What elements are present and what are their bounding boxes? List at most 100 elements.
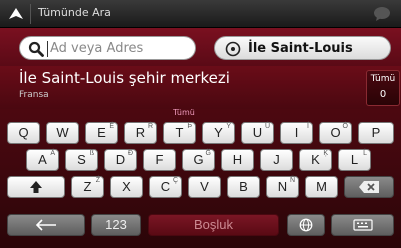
key-j[interactable]: J <box>260 149 293 171</box>
key-label: U <box>252 125 263 140</box>
globe-icon <box>225 41 241 57</box>
location-label: İle Saint-Louis <box>248 41 353 56</box>
key-w[interactable]: W <box>46 122 79 144</box>
key-o[interactable]: OÓ <box>319 122 352 144</box>
key-label: G <box>193 152 204 167</box>
search-row: Ad veya Adres İle Saint-Louis <box>0 28 401 66</box>
key-b[interactable]: B <box>227 176 260 198</box>
search-input[interactable]: Ad veya Adres <box>19 36 196 60</box>
shift-arrow-icon <box>30 181 42 193</box>
key-alt-label: Þ <box>187 123 192 130</box>
key-alt-label: É <box>109 123 114 130</box>
speech-bubble-icon[interactable] <box>373 6 391 22</box>
keyboard-icon <box>352 219 373 231</box>
key-label: B <box>239 179 248 194</box>
key-p[interactable]: P <box>358 122 394 144</box>
key-label: N <box>277 179 288 194</box>
key-alt-label: Ú <box>264 123 270 130</box>
key-label: R <box>135 125 146 140</box>
key-c[interactable]: CÇ <box>149 176 182 198</box>
results-count-value: 0 <box>379 89 387 100</box>
key-label: W <box>56 125 69 140</box>
key-label: S <box>77 152 86 167</box>
key-d[interactable]: DÐ <box>104 149 137 171</box>
key-z[interactable]: ZŹ <box>71 176 104 198</box>
key-alt-label: Ĺ <box>363 150 367 157</box>
key-label: L <box>350 152 359 167</box>
key-label: V <box>200 179 209 194</box>
key-k[interactable]: KĶ <box>299 149 332 171</box>
key-h[interactable]: H <box>221 149 254 171</box>
category-label: Tümü <box>173 108 195 117</box>
key-s[interactable]: Sß <box>65 149 98 171</box>
key-label: H <box>232 152 243 167</box>
key-y[interactable]: YÝ <box>202 122 235 144</box>
key-alt-label: Ź <box>95 177 100 184</box>
key-i[interactable]: IÍ <box>280 122 313 144</box>
key-alt-label: Ó <box>342 123 348 130</box>
key-m[interactable]: M <box>305 176 338 198</box>
key-alt-label: Ŕ <box>147 123 153 130</box>
key-alt-label: ß <box>89 150 94 157</box>
key-alt-label: Í <box>307 123 309 130</box>
key-g[interactable]: GĞ <box>182 149 215 171</box>
language-key[interactable] <box>287 214 325 236</box>
text-caret <box>47 41 48 57</box>
backspace-icon <box>359 181 379 193</box>
results-count-label: Tümü <box>370 74 396 84</box>
key-f[interactable]: F <box>143 149 176 171</box>
keyboard-layout-key[interactable] <box>331 214 394 236</box>
navigation-arrow-icon[interactable] <box>8 6 24 22</box>
key-l[interactable]: LĹ <box>338 149 371 171</box>
back-arrow-icon <box>35 219 56 231</box>
key-label: J <box>273 152 280 167</box>
key-label: D <box>115 152 126 167</box>
key-label: E <box>97 125 106 140</box>
key-e[interactable]: EÉ <box>85 122 118 144</box>
numbers-key-label: 123 <box>105 217 127 232</box>
divider <box>30 4 31 24</box>
onscreen-keyboard: Q W EÉ RŔ TÞ YÝ UÚ IÍ OÓ P AÁ Sß DÐ F GĞ… <box>0 118 401 248</box>
key-label: F <box>155 152 164 167</box>
search-icon <box>28 41 44 57</box>
key-label: T <box>175 125 184 140</box>
key-alt-label: Á <box>50 150 55 157</box>
key-alt-label: Ñ <box>289 177 295 184</box>
top-bar: Tümünde Ara <box>0 0 401 28</box>
key-a[interactable]: AÁ <box>26 149 59 171</box>
key-x[interactable]: X <box>110 176 143 198</box>
key-n[interactable]: NÑ <box>266 176 299 198</box>
results-count-button[interactable]: Tümü 0 <box>366 70 400 106</box>
key-label: Q <box>18 125 29 140</box>
shift-key[interactable] <box>7 176 65 198</box>
result-country: Fransa <box>19 90 49 100</box>
key-alt-label: Ķ <box>323 150 328 157</box>
backspace-key[interactable] <box>344 176 394 198</box>
key-label: M <box>316 179 327 194</box>
key-label: O <box>330 125 341 140</box>
key-r[interactable]: RŔ <box>124 122 157 144</box>
key-alt-label: Ý <box>226 123 231 130</box>
search-scope-title: Tümünde Ara <box>38 6 111 19</box>
space-key-label: Boşluk <box>193 217 234 232</box>
location-button[interactable]: İle Saint-Louis <box>214 36 391 60</box>
space-key[interactable]: Boşluk <box>148 214 279 236</box>
result-name: İle Saint-Louis şehir merkezi <box>19 69 230 87</box>
search-result-item[interactable]: İle Saint-Louis şehir merkezi Fransa Tüm… <box>0 66 401 109</box>
key-q[interactable]: Q <box>7 122 40 144</box>
back-button[interactable] <box>7 214 85 236</box>
key-label: X <box>122 179 131 194</box>
numbers-key[interactable]: 123 <box>91 214 141 236</box>
key-v[interactable]: V <box>188 176 221 198</box>
key-label: K <box>311 152 320 167</box>
key-t[interactable]: TÞ <box>163 122 196 144</box>
key-alt-label: Ğ <box>205 150 211 157</box>
key-label: I <box>294 125 299 140</box>
key-label: P <box>371 125 381 140</box>
key-label: C <box>160 179 171 194</box>
key-u[interactable]: UÚ <box>241 122 274 144</box>
search-placeholder: Ad veya Adres <box>50 41 144 56</box>
key-alt-label: Ð <box>127 150 133 157</box>
key-alt-label: Ç <box>172 177 178 184</box>
globe-icon <box>299 218 313 232</box>
